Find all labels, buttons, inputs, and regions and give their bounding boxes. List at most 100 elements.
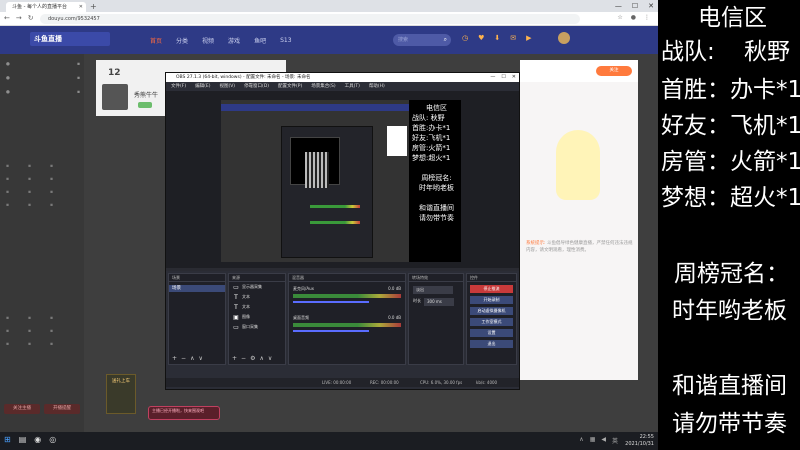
- download-icon[interactable]: ⬇: [494, 34, 500, 42]
- close-icon[interactable]: ✕: [79, 2, 83, 12]
- nav-item[interactable]: 游戏: [228, 36, 240, 45]
- add-icon[interactable]: +: [172, 355, 177, 362]
- down-icon[interactable]: ∨: [198, 355, 202, 362]
- gear-icon[interactable]: ⚙: [250, 355, 255, 362]
- category-dot[interactable]: ▪: [50, 342, 72, 347]
- menu-icon[interactable]: ⋮: [644, 14, 650, 21]
- category-dot[interactable]: ▪: [28, 164, 50, 169]
- obs-menu-item[interactable]: 编辑(E): [195, 82, 210, 91]
- category-dot[interactable]: ▪: [28, 316, 50, 321]
- obs-menu-item[interactable]: 工具(T): [345, 82, 360, 91]
- close-icon[interactable]: ✕: [512, 73, 516, 82]
- url-input[interactable]: douyu.com/9532457: [40, 14, 580, 24]
- category-dot[interactable]: ▪: [6, 342, 28, 347]
- streamer-avatar[interactable]: [102, 84, 128, 110]
- taskbar-clock[interactable]: 22:55 2021/10/31: [625, 434, 654, 448]
- category-dot[interactable]: ▪: [50, 164, 72, 169]
- streamer-name[interactable]: 秀熊牛牛: [134, 90, 158, 99]
- user-menu[interactable]: [558, 32, 570, 44]
- nav-item[interactable]: 视频: [202, 36, 214, 45]
- obs-menu-item[interactable]: 停靠窗口(D): [244, 82, 269, 91]
- minimize-icon[interactable]: —: [490, 73, 495, 82]
- nav-item[interactable]: 鱼吧: [254, 36, 266, 45]
- virtual-camera-button[interactable]: 启动虚拟摄像机: [470, 307, 513, 315]
- live-icon[interactable]: ▶: [526, 34, 531, 42]
- sidebar-button[interactable]: 开播提醒: [44, 404, 80, 414]
- file-explorer-icon[interactable]: ▤: [19, 435, 27, 444]
- source-item[interactable]: ▭ 窗口采集: [229, 322, 285, 332]
- category-dot[interactable]: ▪: [50, 329, 72, 334]
- follow-button[interactable]: 关注: [596, 66, 632, 76]
- category-dot[interactable]: ▪: [6, 190, 28, 195]
- obs-menu-item[interactable]: 帮助(H): [369, 82, 385, 91]
- duration-input[interactable]: 300 ms: [424, 298, 454, 306]
- obs-icon[interactable]: ◎: [49, 435, 56, 444]
- browser-icon[interactable]: ◉: [34, 435, 41, 444]
- browser-tab[interactable]: 斗鱼 - 每个人的直播平台 ✕: [6, 2, 86, 12]
- add-icon[interactable]: +: [232, 355, 237, 362]
- category-dot[interactable]: ▪: [50, 203, 72, 208]
- nav-item[interactable]: 分类: [176, 36, 188, 45]
- search-icon[interactable]: ⌕: [444, 34, 447, 46]
- obs-menu-item[interactable]: 场景集合(S): [311, 82, 335, 91]
- category-dot[interactable]: ▪: [6, 164, 28, 169]
- volume-slider[interactable]: [293, 330, 369, 332]
- maximize-icon[interactable]: ☐: [501, 73, 505, 82]
- obs-menu-item[interactable]: 文件(F): [171, 82, 186, 91]
- remove-icon[interactable]: −: [241, 355, 246, 362]
- source-item[interactable]: ▣ 图像: [229, 312, 285, 322]
- exit-button[interactable]: 退出: [470, 340, 513, 348]
- gift-widget[interactable]: 送礼上车: [106, 374, 136, 414]
- profile-icon[interactable]: ●: [631, 14, 636, 21]
- category-dot[interactable]: ▪: [6, 329, 28, 334]
- up-icon[interactable]: ∧: [190, 355, 194, 362]
- nav-item[interactable]: S13: [280, 37, 291, 44]
- new-tab-button[interactable]: +: [90, 2, 97, 12]
- source-item[interactable]: ▭ 显示器采集: [229, 282, 285, 292]
- sidebar-button[interactable]: 关注主播: [4, 404, 40, 414]
- message-icon[interactable]: ✉: [510, 34, 516, 42]
- stop-stream-button[interactable]: 停止推流: [470, 285, 513, 293]
- ime-icon[interactable]: 英: [612, 436, 618, 445]
- back-icon[interactable]: ←: [4, 14, 10, 22]
- nav-item[interactable]: 首页: [150, 36, 162, 45]
- category-dot[interactable]: ▪: [28, 329, 50, 334]
- category-dot[interactable]: ▪: [28, 203, 50, 208]
- transition-select[interactable]: 淡出: [413, 286, 453, 294]
- volume-icon[interactable]: ◀: [601, 436, 606, 445]
- site-logo[interactable]: 斗鱼直播: [30, 32, 110, 46]
- follow-icon[interactable]: ♥: [478, 34, 484, 42]
- studio-mode-button[interactable]: 工作室模式: [470, 318, 513, 326]
- category-dot[interactable]: ▪: [50, 190, 72, 195]
- reload-icon[interactable]: ↻: [28, 14, 34, 22]
- source-item[interactable]: T 文本: [229, 292, 285, 302]
- sidebar-item[interactable]: ● ▪: [6, 76, 80, 81]
- category-dot[interactable]: ▪: [6, 177, 28, 182]
- category-dot[interactable]: ▪: [6, 316, 28, 321]
- category-dot[interactable]: ▪: [50, 177, 72, 182]
- obs-menu-item[interactable]: 配置文件(P): [278, 82, 302, 91]
- down-icon[interactable]: ∨: [268, 355, 272, 362]
- category-dot[interactable]: ▪: [50, 316, 72, 321]
- settings-button[interactable]: 设置: [470, 329, 513, 337]
- minimize-icon[interactable]: —: [615, 0, 622, 12]
- chevron-up-icon[interactable]: ∧: [579, 436, 583, 445]
- maximize-icon[interactable]: ☐: [632, 0, 638, 12]
- category-dot[interactable]: ▪: [28, 177, 50, 182]
- history-icon[interactable]: ◷: [462, 34, 468, 42]
- category-dot[interactable]: ▪: [28, 190, 50, 195]
- up-icon[interactable]: ∧: [259, 355, 263, 362]
- network-icon[interactable]: ▦: [590, 436, 596, 445]
- star-icon[interactable]: ☆: [617, 14, 622, 21]
- category-dot[interactable]: ▪: [28, 342, 50, 347]
- windows-icon[interactable]: ⊞: [4, 435, 11, 444]
- scene-item[interactable]: 场景: [169, 285, 225, 292]
- search-input[interactable]: 搜索 ⌕: [393, 34, 451, 46]
- volume-slider[interactable]: [293, 301, 369, 303]
- close-icon[interactable]: ✕: [648, 0, 654, 12]
- source-item[interactable]: T 文本: [229, 302, 285, 312]
- obs-preview-canvas[interactable]: 电信区 战队: 秋野 首胜:办卡*1 好友:飞机*1 房管:火箭*1 梦想:超火…: [221, 100, 461, 262]
- obs-menu-item[interactable]: 视图(V): [219, 82, 235, 91]
- sidebar-item[interactable]: ● ▪: [6, 90, 80, 95]
- category-dot[interactable]: ▪: [6, 203, 28, 208]
